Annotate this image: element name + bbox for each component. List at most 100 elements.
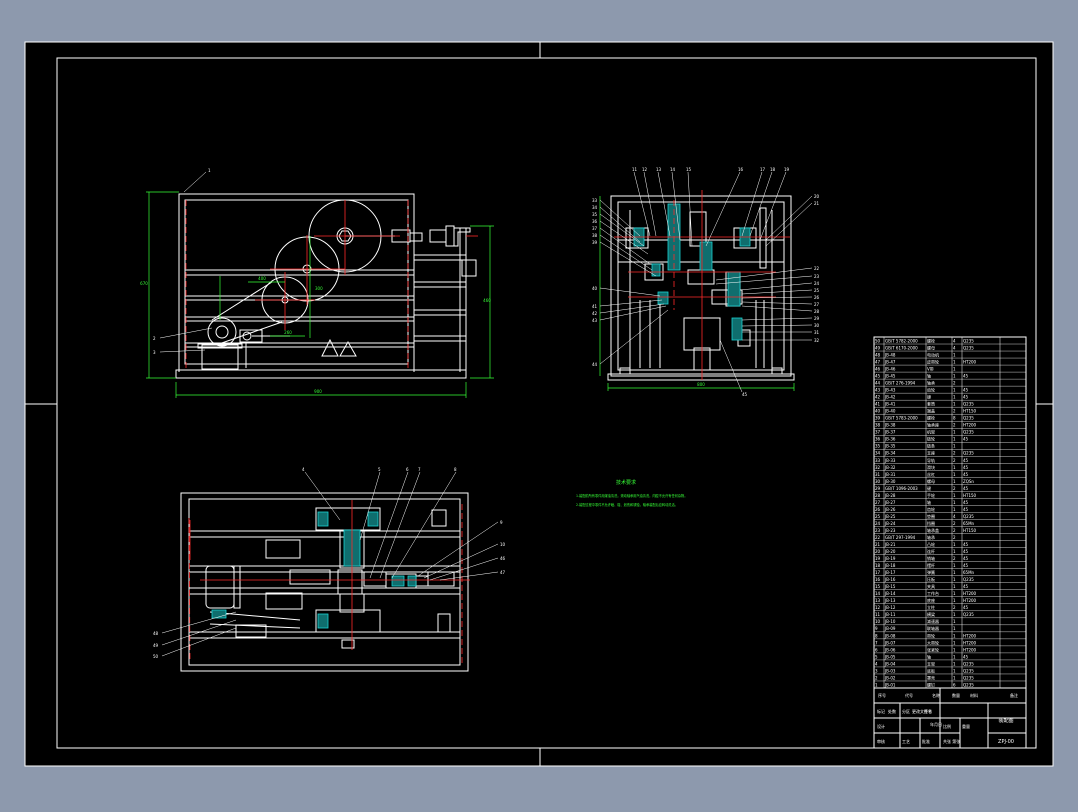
bom-cell: 45 [963,458,969,463]
cad-viewport[interactable]: 900 670 460 400 260 300 1 2 3 800 11 12 … [0,0,1078,808]
bom-cell: 41 [875,402,881,407]
side-balloon: 44 [592,362,598,367]
bom-cell: JB-14 [884,591,896,596]
top-balloon: 50 [153,654,159,659]
bom-cell: JB-01 [884,682,896,687]
bom-cell: 挡圈 [927,520,935,526]
bom-cell: 45 [963,549,969,554]
bom-cell: 丝杠 [927,471,935,477]
bom-cell: 45 [963,395,969,400]
bom-cell: 15 [875,584,881,589]
side-balloon: 21 [814,201,820,206]
bom-cell: JB-34 [884,451,896,456]
bom-cell: JB-07 [884,640,896,645]
bom-cell: JB-41 [884,402,896,407]
front-dim-side-height: 460 [483,298,491,303]
bom-cell: 轴承盖 [927,527,939,533]
bom-cell: JB-28 [884,493,896,498]
bom-cell: JB-48 [884,352,896,357]
bom-cell: HT150 [963,409,977,414]
front-dim-width: 900 [314,389,322,394]
bom-cell: 20 [875,549,881,554]
bom-cell: GB/T 5783-2000 [885,416,918,421]
bom-cell: 45 [963,605,969,610]
bom-cell: 导轨 [927,457,935,463]
bom-cell: 29 [875,486,881,491]
bom-cell: 凸轮 [927,541,935,547]
bom-cell: Q235 [963,338,974,343]
tb-role: 批准 [922,738,930,744]
bom-cell: 轴 [927,499,931,505]
front-dim-c: 300 [315,286,323,291]
side-balloon: 19 [784,167,790,172]
top-balloon: 47 [500,570,506,575]
bom-cell: 夹具 [927,583,935,589]
bom-cell: JB-12 [884,605,896,610]
bom-cell: 45 [963,563,969,568]
bom-cell: 轴 [927,373,931,379]
top-balloon: 10 [500,542,506,547]
bom-cell: 23 [875,528,881,533]
bom-cell: HT200 [963,598,977,603]
bom-cell: JB-43 [884,388,896,393]
bom-cell: 底座 [927,597,935,603]
bom-cell: 螺栓 [927,337,935,343]
bom-cell: HT200 [963,640,977,645]
bom-cell: 28 [875,493,881,498]
bom-cell: 31 [875,472,881,477]
side-balloon: 16 [738,167,744,172]
bom-cell: 19 [875,556,881,561]
bom-cell: 电动机 [927,351,939,357]
tech-req-title: 技术要求 [616,479,636,486]
bom-cell: 罩壳 [927,674,935,680]
bom-cell: 43 [875,388,881,393]
side-balloon: 37 [592,226,598,231]
tb-role: 设计 [877,723,885,729]
bom-cell: Q235 [963,514,974,519]
bom-cell: JB-17 [884,570,896,575]
side-balloon: 27 [814,302,820,307]
bom-cell: 垫圈 [927,513,935,519]
bom-cell: GB/T 297-1994 [885,535,916,540]
bom-cell: JB-20 [884,549,896,554]
bom-cell: Q235 [963,682,974,687]
bom-cell: 底板 [927,667,935,673]
bom-cell: JB-11 [884,612,896,617]
bom-cell: 横梁 [927,611,935,617]
bom-cell: 38 [875,423,881,428]
bom-cell: JB-09 [884,626,896,631]
bom-cell: 45 [963,465,969,470]
tech-req-line-1: 1.装配前所有零件用煤油清洗，滚动轴承用汽油清洗，内腔不允许有任何杂物。 [576,493,687,498]
bom-cell: 带轮 [927,632,935,638]
bom-cell: GB/T 276-1994 [885,381,916,386]
side-balloon: 24 [814,281,820,286]
bom-cell: 18 [875,563,881,568]
bom-cell: JB-26 [884,507,896,512]
bom-cell: 40 [875,409,881,414]
side-balloon: 11 [632,167,638,172]
bom-cell: 销轴 [927,555,935,561]
bom-cell: 13 [875,598,881,603]
side-balloon: 36 [592,219,598,224]
bom-cell: 摆杆 [927,562,935,568]
drawing-canvas[interactable]: 900 670 460 400 260 300 1 2 3 800 11 12 … [0,0,1078,808]
bom-header-qty: 数量 [952,692,960,698]
bom-cell: GB/T 6170-2000 [885,345,918,350]
bom-cell: JB-16 [884,577,896,582]
bom-cell: 45 [963,374,969,379]
top-balloon: 48 [153,631,159,636]
bom-cell: 齿轮 [927,387,935,393]
bom-cell: Q235 [963,416,974,421]
tech-req-line-2: 2.装配过程中零件不允许磕、碰、划伤和锈蚀，轴承装配后应转动灵活。 [576,502,678,507]
side-balloon: 33 [592,198,598,203]
bom-header-remark: 备注 [1010,692,1018,698]
bom-cell: JB-23 [884,528,896,533]
tb-label: 年月日 [930,721,942,727]
side-balloon: 43 [592,318,598,323]
bom-cell: 轴承座 [927,422,939,428]
side-balloon: 18 [770,167,776,172]
bom-cell: 45 [963,388,969,393]
bom-cell: HT200 [963,359,977,364]
bom-cell: 45 [963,507,969,512]
bom-cell: Q235 [963,675,974,680]
